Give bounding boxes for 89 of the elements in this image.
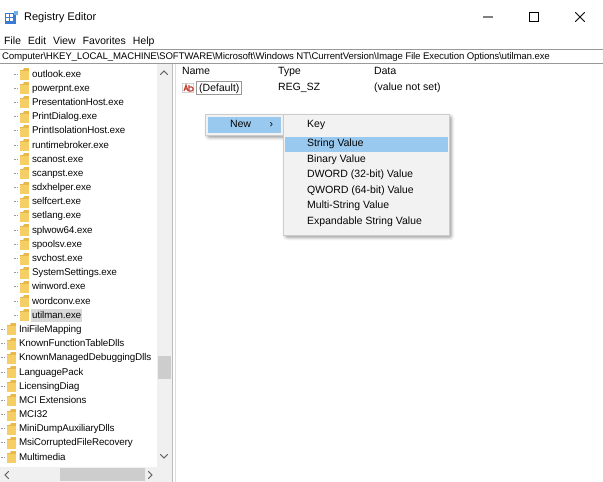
- value-type: REG_SZ: [278, 80, 322, 96]
- tree-item[interactable]: setlang.exe: [31, 209, 82, 222]
- menu-item[interactable]: QWORD (64-bit) Value: [285, 183, 448, 198]
- menu-item[interactable]: File: [2, 34, 26, 48]
- menu-item[interactable]: New ›: [208, 117, 281, 132]
- folder-icon: [20, 182, 29, 194]
- menu-item[interactable]: Multi-String Value: [285, 198, 448, 214]
- tree-item[interactable]: splwow64.exe: [31, 224, 94, 237]
- folder-icon: [20, 96, 29, 108]
- tree-item[interactable]: PrintDialog.exe: [31, 110, 98, 124]
- folder-icon: [7, 380, 16, 392]
- menu-item[interactable]: Expandable String Value: [285, 214, 448, 230]
- tree-item[interactable]: utilman.exe: [31, 308, 82, 322]
- column-header[interactable]: Name: [182, 64, 278, 80]
- folder-icon: [20, 295, 29, 308]
- folder-icon: [20, 252, 29, 265]
- folder-icon: [7, 451, 16, 464]
- folder-icon: [20, 82, 29, 94]
- scroll-right-icon[interactable]: [148, 471, 153, 479]
- tree-item[interactable]: MCI32: [18, 408, 48, 422]
- tree-item[interactable]: Multimedia: [18, 450, 66, 464]
- tree-item[interactable]: MiniDumpAuxiliaryDlls: [18, 422, 116, 436]
- tree-item[interactable]: spoolsv.exe: [31, 238, 83, 251]
- folder-icon: [20, 167, 29, 180]
- tree-item[interactable]: PrintIsolationHost.exe: [31, 124, 126, 138]
- tree-item[interactable]: scanost.exe: [31, 152, 84, 166]
- tree-item[interactable]: scanpst.exe: [31, 166, 84, 180]
- tree-item[interactable]: svchost.exe: [31, 252, 84, 266]
- scroll-left-icon[interactable]: [4, 471, 9, 479]
- folder-icon: [20, 196, 29, 208]
- tree-item[interactable]: LanguagePack: [18, 366, 84, 379]
- registry-icon: [5, 10, 18, 24]
- tree-item[interactable]: wordconv.exe: [31, 294, 92, 308]
- scroll-thumb[interactable]: [60, 468, 145, 481]
- menu-item[interactable]: Binary Value: [285, 152, 448, 168]
- folder-icon: [7, 338, 16, 350]
- folder-icon: [20, 210, 29, 222]
- folder-icon: [7, 323, 16, 336]
- folder-icon: [7, 352, 16, 364]
- folder-icon: [20, 124, 29, 137]
- tree-item[interactable]: selfcert.exe: [31, 195, 82, 208]
- scroll-down-icon[interactable]: [160, 454, 168, 459]
- folder-icon: [20, 110, 29, 123]
- tree-item[interactable]: sdxhelper.exe: [31, 181, 92, 194]
- tree-item[interactable]: LicensingDiag: [18, 380, 80, 393]
- maximize-icon: [529, 12, 539, 22]
- menu-item[interactable]: View: [51, 34, 81, 48]
- tree-item[interactable]: runtimebroker.exe: [31, 138, 110, 152]
- tree-item[interactable]: IniFileMapping: [18, 322, 82, 336]
- menu-item[interactable]: Favorites: [80, 34, 131, 48]
- horizontal-scrollbar[interactable]: [0, 467, 172, 482]
- tree-item[interactable]: SystemSettings.exe: [31, 266, 118, 280]
- tree-item[interactable]: PresentationHost.exe: [31, 96, 125, 109]
- string-value-icon: [182, 83, 194, 93]
- value-name[interactable]: (Default): [196, 81, 242, 95]
- folder-icon: [20, 266, 29, 279]
- menu-item[interactable]: Key: [285, 117, 448, 132]
- folder-icon: [20, 139, 29, 152]
- tree-item[interactable]: MCI Extensions: [18, 394, 88, 407]
- folder-icon: [20, 224, 29, 236]
- vertical-scrollbar[interactable]: [157, 64, 172, 467]
- menu-item[interactable]: String Value: [285, 136, 448, 152]
- tree-item[interactable]: MsiCorruptedFileRecovery: [18, 436, 134, 450]
- address-bar[interactable]: Computer\HKEY_LOCAL_MACHINE\SOFTWARE\Microsoft\Windows NT\CurrentVersion\Image File Execution Options\utilman.exe: [0, 49, 603, 64]
- folder-icon: [7, 436, 16, 449]
- tree-item[interactable]: KnownManagedDebuggingDlls: [18, 351, 152, 364]
- folder-icon: [20, 68, 29, 80]
- folder-icon: [20, 309, 29, 322]
- folder-icon: [7, 394, 16, 406]
- folder-icon: [20, 280, 29, 293]
- folder-icon: [20, 238, 29, 250]
- tree-item[interactable]: winword.exe: [31, 280, 86, 294]
- menu-item[interactable]: DWORD (32-bit) Value: [285, 168, 448, 183]
- scroll-up-icon[interactable]: [160, 70, 168, 75]
- scroll-thumb[interactable]: [158, 356, 171, 379]
- tree-item[interactable]: powerpnt.exe: [31, 82, 91, 95]
- close-icon: [575, 12, 585, 22]
- value-data: (value not set): [374, 80, 442, 96]
- menu-item[interactable]: Help: [130, 34, 160, 48]
- folder-icon: [7, 422, 16, 435]
- folder-icon: [20, 153, 29, 166]
- folder-icon: [7, 366, 16, 378]
- tree-item[interactable]: outlook.exe: [31, 68, 82, 81]
- folder-icon: [7, 408, 16, 421]
- column-header[interactable]: Type: [278, 64, 374, 80]
- tree-item[interactable]: KnownFunctionTableDlls: [18, 337, 126, 350]
- window-title: Registry Editor: [24, 10, 96, 25]
- menu-item[interactable]: Edit: [26, 34, 52, 48]
- column-header[interactable]: Data: [374, 64, 494, 80]
